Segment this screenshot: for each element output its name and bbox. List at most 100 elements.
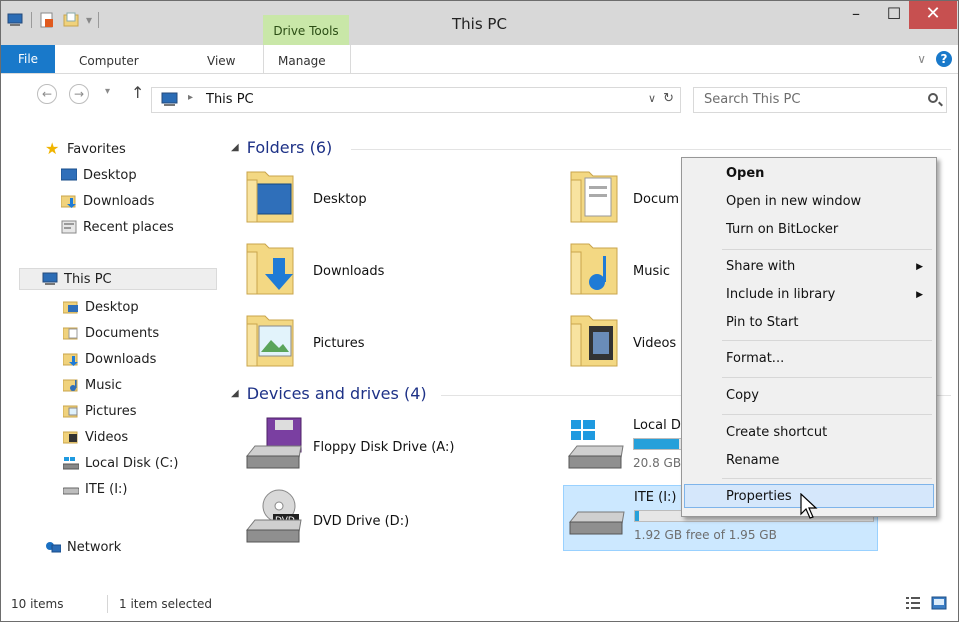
ribbon-controls: ∨ ? [917,51,952,67]
tile-label: Downloads [313,264,385,279]
new-folder-icon[interactable] [62,11,80,29]
help-icon[interactable]: ? [936,51,952,67]
drive-tile-floppy[interactable]: Floppy Disk Drive (A:) [245,414,545,474]
folder-tile-downloads[interactable]: Downloads [243,238,543,298]
videos-folder-icon [570,315,618,367]
desktop-folder-icon [246,171,294,223]
tab-file[interactable]: File [1,45,55,73]
menu-separator [722,249,932,250]
music-folder-icon [63,379,78,392]
documents-folder-icon [570,171,618,223]
details-view-icon[interactable] [905,596,921,610]
search-icon[interactable] [928,93,938,103]
breadcrumb-arrow-icon[interactable]: ▸ [188,92,193,103]
tab-manage[interactable]: Manage [263,45,351,73]
nav-this-pc[interactable]: This PC [19,268,217,290]
nav-pc-downloads[interactable]: Downloads [63,348,156,370]
refresh-icon[interactable]: ↻ [663,91,674,106]
nav-favorite-desktop[interactable]: Desktop [61,164,137,186]
minimize-button[interactable]: – [833,3,879,27]
menu-separator [722,340,932,341]
menu-item-share-with[interactable]: Share with ▶ [685,255,933,279]
nav-pc-videos[interactable]: Videos [63,426,128,448]
nav-pc-ite[interactable]: ITE (I:) [63,478,127,500]
status-bar: 10 items 1 item selected [1,591,958,621]
removable-drive-icon [63,487,79,495]
recent-locations-icon[interactable]: ▾ [105,86,110,97]
devices-group-header[interactable]: ◢ Devices and drives (4) [231,384,427,403]
menu-item-open-new-window[interactable]: Open in new window [685,190,933,214]
close-button[interactable]: ✕ [909,1,957,29]
nav-pc-pictures[interactable]: Pictures [63,400,136,422]
network-icon [46,542,61,553]
quick-access-toolbar: ▾ [7,11,100,29]
nav-label: Music [85,377,122,393]
menu-item-bitlocker[interactable]: Turn on BitLocker [685,218,933,242]
window-title: This PC [452,15,507,33]
item-count: 10 items [11,597,64,611]
nav-favorite-recent[interactable]: Recent places [61,216,174,238]
menu-item-pin-to-start[interactable]: Pin to Start [685,311,933,335]
up-button[interactable]: ↑ [131,83,144,102]
menu-item-open[interactable]: Open [685,162,933,186]
collapse-triangle-icon[interactable]: ◢ [231,388,239,399]
menu-label: Open in new window [726,194,862,209]
group-title: Folders (6) [246,138,333,157]
nav-pc-local-disk[interactable]: Local Disk (C:) [63,452,178,474]
nav-pc-documents[interactable]: Documents [63,322,159,344]
menu-item-create-shortcut[interactable]: Create shortcut [685,421,933,445]
this-pc-icon[interactable] [7,11,25,29]
expand-ribbon-icon[interactable]: ∨ [917,52,926,66]
folder-tile-videos[interactable]: Videos [567,310,687,370]
menu-label: Turn on BitLocker [726,222,839,237]
menu-item-copy[interactable]: Copy [685,384,933,408]
explorer-window: ▾ Drive Tools This PC – ☐ ✕ File Compute… [0,0,959,622]
nav-pc-desktop[interactable]: Desktop [63,296,139,318]
folder-tile-documents[interactable]: Docum [567,166,687,226]
capacity-bar-fill [635,511,639,521]
this-pc-icon [42,272,58,285]
nav-favorites[interactable]: ★ Favorites [45,138,126,160]
menu-item-include-library[interactable]: Include in library ▶ [685,283,933,307]
this-pc-icon [161,92,178,106]
tab-computer[interactable]: Computer [79,45,139,73]
maximize-button[interactable]: ☐ [879,3,909,27]
menu-item-rename[interactable]: Rename [685,449,933,473]
back-button[interactable]: ← [37,84,57,104]
menu-label: Format... [726,351,785,366]
folders-group-header[interactable]: ◢ Folders (6) [231,138,332,157]
menu-label: Copy [726,388,759,403]
nav-network[interactable]: Network [45,536,121,558]
drive-tile-local-disk[interactable]: Local D 20.8 GB [567,414,693,474]
tile-label: Music [633,264,670,279]
folder-tile-desktop[interactable]: Desktop [243,166,543,226]
nav-pc-music[interactable]: Music [63,374,122,396]
downloads-folder-icon [246,243,294,295]
nav-favorite-downloads[interactable]: Downloads [61,190,154,212]
nav-label: Downloads [85,351,157,367]
address-dropdown-icon[interactable]: ∨ [648,92,656,105]
large-icons-view-icon[interactable] [931,596,947,610]
menu-item-format[interactable]: Format... [685,347,933,371]
tile-label: DVD Drive (D:) [313,514,410,529]
drive-tile-dvd[interactable]: DVD DVD Drive (D:) [245,488,545,548]
menu-label: Rename [726,453,780,468]
customize-qat-icon[interactable]: ▾ [86,13,92,27]
folder-tile-music[interactable]: Music [567,238,687,298]
desktop-icon [61,168,77,181]
nav-label: Favorites [67,141,126,157]
tab-view[interactable]: View [207,45,235,73]
windows-drive-icon [567,420,624,469]
folder-tile-pictures[interactable]: Pictures [243,310,543,370]
search-input[interactable]: Search This PC [693,87,947,113]
menu-separator [722,377,932,378]
nav-label: Videos [85,429,129,445]
star-icon: ★ [45,139,60,158]
collapse-triangle-icon[interactable]: ◢ [231,142,239,153]
breadcrumb[interactable]: This PC [206,92,254,107]
properties-icon[interactable] [38,11,56,29]
address-bar[interactable]: ▸ This PC ∨ ↻ [151,87,681,113]
nav-label: Local Disk (C:) [85,455,179,471]
nav-label: This PC [64,271,112,287]
forward-button[interactable]: → [69,84,89,104]
